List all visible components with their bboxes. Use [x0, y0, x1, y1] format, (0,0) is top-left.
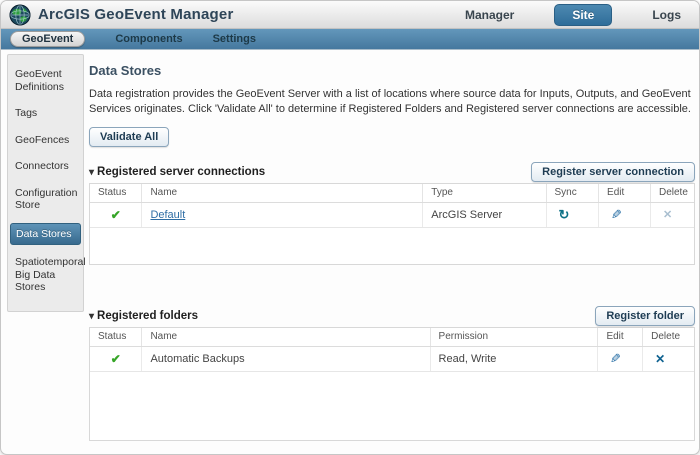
table-header-row: Status Name Type Sync Edit Delete: [90, 184, 694, 202]
header-nav: Manager Site Logs: [459, 4, 687, 26]
table-header-row: Status Name Permission Edit Delete: [90, 328, 694, 346]
sidebar-item-connectors[interactable]: Connectors: [8, 157, 83, 176]
register-server-connection-button[interactable]: Register server connection: [531, 162, 695, 182]
validate-all-button[interactable]: Validate All: [89, 127, 169, 147]
col-delete: Delete: [643, 328, 694, 346]
sidebar-item-configuration-store[interactable]: Configuration Store: [8, 184, 83, 215]
server-connections-title[interactable]: ▾Registered server connections: [89, 166, 265, 182]
sidebar-item-tags[interactable]: Tags: [8, 104, 83, 123]
collapse-caret-icon: ▾: [89, 167, 94, 178]
connection-type: ArcGIS Server: [423, 202, 546, 227]
col-name: Name: [142, 328, 430, 346]
collapse-caret-icon: ▾: [89, 311, 94, 322]
col-status: Status: [90, 328, 142, 346]
edit-pencil-icon[interactable]: ✎: [611, 207, 622, 223]
tab-components[interactable]: Components: [115, 33, 182, 45]
arcgis-globe-icon: [9, 4, 31, 26]
sidebar-item-geoevent-definitions[interactable]: GeoEvent Definitions: [8, 65, 83, 96]
tab-settings[interactable]: Settings: [213, 33, 256, 45]
sidebar-item-data-stores[interactable]: Data Stores: [10, 223, 81, 246]
status-valid-icon: ✔: [111, 352, 121, 366]
server-connections-section: ▾Registered server connections Register …: [89, 162, 695, 265]
delete-icon[interactable]: ✕: [655, 352, 665, 366]
app-header: ArcGIS GeoEvent Manager Manager Site Log…: [1, 1, 699, 29]
sync-icon[interactable]: ↻: [559, 207, 570, 223]
logs-link[interactable]: Logs: [646, 6, 687, 24]
registered-folders-title[interactable]: ▾Registered folders: [89, 310, 198, 326]
tab-geoevent[interactable]: GeoEvent: [10, 31, 85, 47]
server-connections-section-head: ▾Registered server connections Register …: [89, 162, 695, 182]
col-delete: Delete: [650, 184, 694, 202]
col-status: Status: [90, 184, 142, 202]
app-title: ArcGIS GeoEvent Manager: [38, 6, 234, 23]
main-content: Data Stores Data registration provides t…: [89, 54, 695, 441]
col-name: Name: [142, 184, 423, 202]
folder-permission: Read, Write: [430, 346, 598, 371]
register-folder-button[interactable]: Register folder: [595, 306, 695, 326]
sidebar-item-spatiotemporal-big-data-stores[interactable]: Spatiotemporal Big Data Stores: [8, 253, 83, 297]
delete-icon[interactable]: ✕: [663, 209, 672, 221]
sidebar-item-geofences[interactable]: GeoFences: [8, 131, 83, 150]
connection-name-link[interactable]: Default: [150, 209, 185, 221]
col-edit: Edit: [598, 328, 643, 346]
geoevent-manager-window: ArcGIS GeoEvent Manager Manager Site Log…: [0, 0, 700, 455]
server-connections-table: Status Name Type Sync Edit Delete ✔ Defa…: [89, 183, 695, 265]
col-edit: Edit: [599, 184, 651, 202]
registered-folders-table: Status Name Permission Edit Delete ✔ Aut…: [89, 327, 695, 441]
col-sync: Sync: [546, 184, 599, 202]
col-type: Type: [423, 184, 546, 202]
manager-link[interactable]: Manager: [459, 6, 520, 24]
sidebar: GeoEvent Definitions Tags GeoFences Conn…: [7, 54, 84, 312]
page-title: Data Stores: [89, 63, 695, 78]
site-button[interactable]: Site: [554, 4, 612, 26]
status-valid-icon: ✔: [111, 208, 121, 222]
primary-nav: GeoEvent Components Settings: [1, 29, 699, 50]
page-description: Data registration provides the GeoEvent …: [89, 87, 695, 116]
registered-folders-section: ▾Registered folders Register folder Stat…: [89, 306, 695, 441]
table-row: ✔ Default ArcGIS Server ↻ ✎ ✕: [90, 202, 694, 227]
registered-folders-section-head: ▾Registered folders Register folder: [89, 306, 695, 326]
table-row: ✔ Automatic Backups Read, Write ✎ ✕: [90, 346, 694, 371]
edit-pencil-icon[interactable]: ✎: [610, 351, 621, 367]
folder-name: Automatic Backups: [142, 346, 430, 371]
col-permission: Permission: [430, 328, 598, 346]
